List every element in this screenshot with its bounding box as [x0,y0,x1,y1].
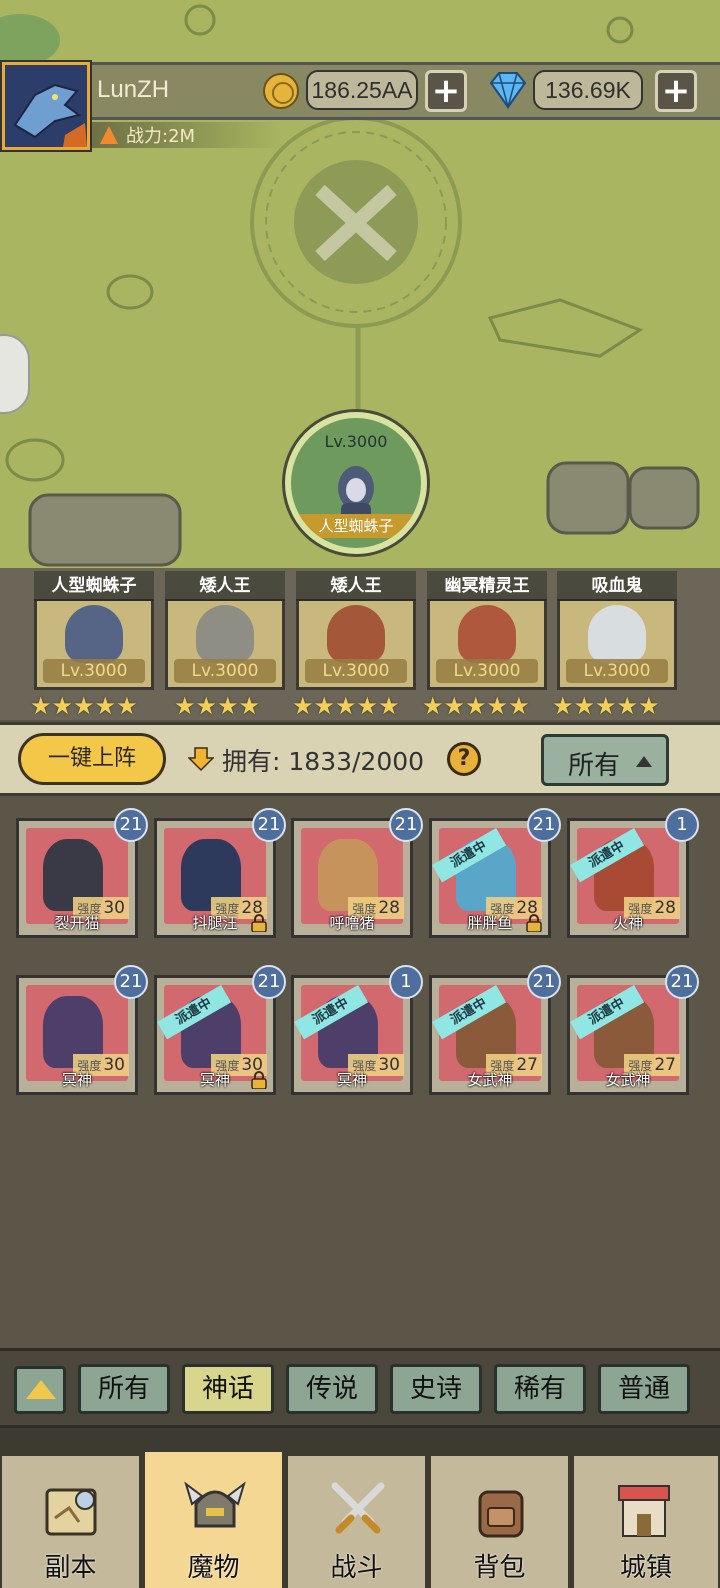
dragon-avatar-icon [5,65,87,147]
nether-elf-king-figure [458,605,516,663]
team-slot-3-stars: ★★★★★ [292,692,400,720]
owned-count: 拥有: 1833/2000 [222,742,424,778]
monster-name: 裂开猫 [54,914,100,932]
player-name: LunZH [97,76,170,103]
team-slot-4[interactable]: 幽冥精灵王 Lv.3000 [427,571,547,690]
collapse-button[interactable] [14,1366,66,1414]
team-slot-5[interactable]: 吸血鬼 Lv.3000 [557,571,677,690]
count-badge: 21 [114,965,148,999]
owned-label: 拥有: [222,747,281,776]
one-click-deploy-button[interactable]: 一键上阵 [18,733,166,785]
lock-icon [526,914,542,932]
diamond-icon [489,72,527,110]
team-slot-name: 矮人王 [165,571,285,601]
down-arrow-icon [188,747,214,772]
tier-rare-button[interactable]: 稀有 [494,1364,586,1414]
team-slot-name: 幽冥精灵王 [427,571,547,601]
count-badge: 21 [252,965,286,999]
gold-amount: 186.25AA [306,70,418,110]
nav-label: 副本 [44,1553,97,1583]
team-slot-2[interactable]: 矮人王 Lv.3000 [165,571,285,690]
lock-icon [251,1071,267,1089]
backpack-icon [478,1490,524,1538]
add-gold-button[interactable]: + [425,70,467,112]
nav-battle[interactable]: 战斗 [286,1456,427,1588]
nav-label: 魔物 [187,1553,240,1583]
team-slot-level: Lv.3000 [43,659,145,683]
gem-amount: 136.69K [533,70,643,110]
count-badge: 21 [389,808,423,842]
tier-epic-button[interactable]: 史诗 [390,1364,482,1414]
dwarf-king-figure [327,605,385,663]
nav-bag[interactable]: 背包 [429,1456,570,1588]
team-slot-1[interactable]: 人型蜘蛛子 Lv.3000 [34,571,154,690]
team-slot-4-stars: ★★★★★ [422,692,530,720]
monster-name: 女武神 [605,1071,651,1089]
monster-name: 女武神 [467,1071,513,1089]
nav-label: 背包 [473,1553,526,1583]
filter-dropdown[interactable]: 所有 [541,734,669,786]
team-slot-level: Lv.3000 [566,659,668,683]
help-icon[interactable]: ? [447,742,481,776]
gold-coin-icon [263,73,299,109]
shop-icon [618,1485,670,1537]
team-slot-1-stars: ★★★★★ [30,692,138,720]
nav-label: 城镇 [619,1553,672,1583]
player-avatar[interactable] [0,60,92,152]
team-slot-name: 人型蜘蛛子 [34,571,154,601]
team-slot-level: Lv.3000 [174,659,276,683]
add-gems-button[interactable]: + [655,70,697,112]
team-slot-2-stars: ★★★★ [174,692,261,720]
monster-name: 呼噜猪 [329,914,375,932]
monster-name: 冥神 [61,1071,92,1089]
side-button[interactable] [0,334,30,414]
team-slot-level: Lv.3000 [436,659,538,683]
current-stage-name: 人型蜘蛛子 [291,514,421,538]
monster-name: 冥神 [336,1071,367,1089]
nav-dungeon[interactable]: 副本 [0,1456,141,1588]
spider-girl-figure [65,605,123,663]
crossed-swords-icon [331,1482,385,1534]
count-badge: 1 [389,965,423,999]
monster-name: 火神 [612,914,643,932]
vampire-figure [588,605,646,663]
tier-legend-button[interactable]: 传说 [286,1364,378,1414]
owned-value: 1833/2000 [288,747,425,776]
count-badge: 21 [252,808,286,842]
count-badge: 21 [665,965,699,999]
dwarf-king-figure [196,605,254,663]
count-badge: 21 [114,808,148,842]
team-slot-5-stars: ★★★★★ [552,692,660,720]
nav-town[interactable]: 城镇 [572,1456,720,1588]
filter-dropdown-value: 所有 [568,751,621,781]
tier-common-button[interactable]: 普通 [598,1364,690,1414]
team-slot-name: 吸血鬼 [557,571,677,601]
horned-helmet-icon [184,1481,246,1528]
current-stage-badge[interactable]: Lv.3000 人型蜘蛛子 [285,412,427,554]
player-power: 战力:2M [126,126,196,147]
power-icon [100,126,118,144]
lock-icon [251,914,267,932]
map-scroll-icon [45,1488,97,1536]
chevron-up-icon [636,756,652,767]
count-badge: 1 [665,808,699,842]
team-slot-name: 矮人王 [296,571,416,601]
nav-label: 战斗 [330,1553,383,1583]
count-badge: 21 [527,965,561,999]
tier-mythic-button[interactable]: 神话 [182,1364,274,1414]
count-badge: 21 [527,808,561,842]
nav-monsters[interactable]: 魔物 [143,1452,284,1588]
team-slot-level: Lv.3000 [305,659,407,683]
tier-all-button[interactable]: 所有 [78,1364,170,1414]
team-slot-3[interactable]: 矮人王 Lv.3000 [296,571,416,690]
